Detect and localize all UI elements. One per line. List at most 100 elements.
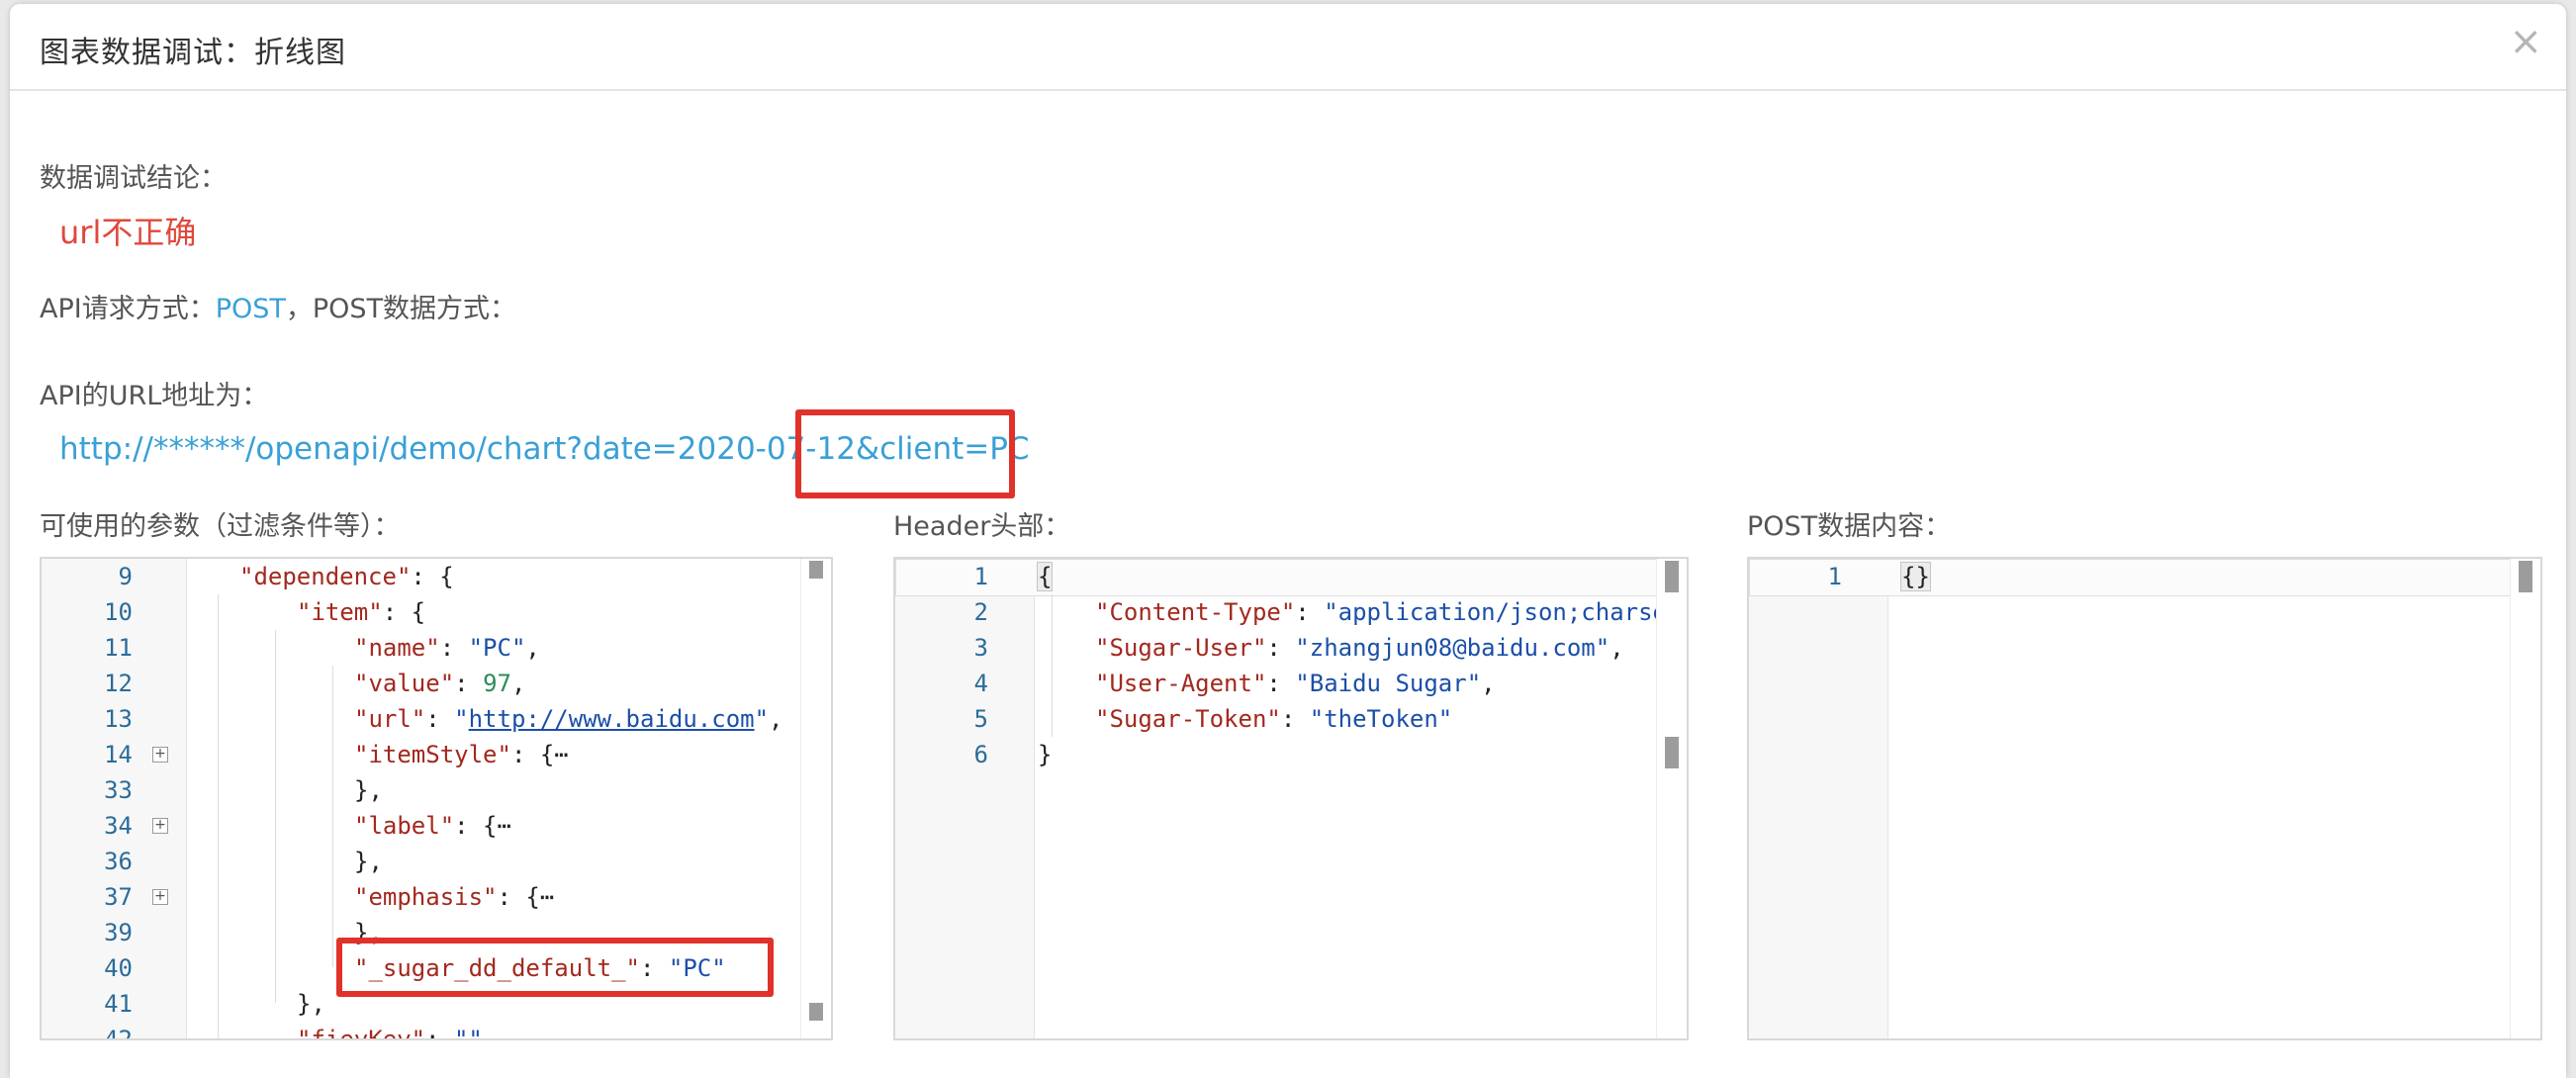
code-line[interactable]: 37 + "emphasis": {⋯ <box>42 879 831 915</box>
code-token: "application/json;charset=UTF-8" <box>1324 598 1687 626</box>
code-token: {} <box>1900 562 1931 591</box>
post-gutter <box>1749 559 1888 1038</box>
close-icon[interactable]: × <box>2509 22 2542 61</box>
code-token: : <box>1266 670 1296 697</box>
code-token: }, <box>297 990 325 1018</box>
code-text: "Sugar-User": "zhangjun08@baidu.com", <box>1095 630 1624 666</box>
code-text: }, <box>297 986 325 1022</box>
code-line[interactable]: 1{ <box>895 559 1687 594</box>
code-line[interactable]: 33}, <box>42 772 831 808</box>
code-text: "fieyKey": "" <box>297 1022 483 1040</box>
code-line[interactable]: 5 "Sugar-Token": "theToken" <box>895 701 1687 737</box>
code-token: "Content-Type" <box>1095 598 1296 626</box>
line-number: 6 <box>973 741 988 768</box>
code-token: : <box>1280 705 1310 733</box>
post-panel-label: POST数据内容： <box>1747 511 1952 542</box>
fold-expand-icon[interactable]: + <box>152 889 168 905</box>
code-token: : {⋯ <box>454 812 511 840</box>
code-line[interactable]: 11 "name": "PC", <box>42 630 831 666</box>
code-text: "Content-Type": "application/json;charse… <box>1095 594 1687 630</box>
code-line[interactable]: 2 "Content-Type": "application/json;chars… <box>895 594 1687 630</box>
code-token: "Sugar-User" <box>1095 634 1267 662</box>
code-token: "" <box>453 1026 483 1040</box>
line-number: 9 <box>118 563 133 590</box>
code-text: "Sugar-Token": "theToken" <box>1095 701 1452 737</box>
code-token: "item" <box>297 598 383 626</box>
conclusion-label: 数据调试结论： <box>40 163 227 194</box>
code-text: "emphasis": {⋯ <box>354 879 554 915</box>
code-token: , <box>525 634 540 662</box>
code-text: } <box>1038 737 1052 772</box>
code-token: , <box>1481 670 1496 697</box>
code-token: : {⋯ <box>497 883 555 911</box>
code-token: "itemStyle" <box>354 741 511 768</box>
code-line[interactable]: 12 "value": 97, <box>42 666 831 701</box>
line-number: 3 <box>973 634 988 662</box>
code-token: , <box>510 670 526 697</box>
code-token: : <box>454 670 484 697</box>
code-line[interactable]: 6} <box>895 737 1687 772</box>
code-token: "dependence" <box>239 563 412 590</box>
line-number: 11 <box>104 634 133 662</box>
code-text: "itemStyle": {⋯ <box>354 737 569 772</box>
code-text: "value": 97, <box>354 666 525 701</box>
fold-expand-icon[interactable]: + <box>152 818 168 834</box>
code-text: }, <box>354 772 383 808</box>
code-text: "dependence": { <box>239 559 454 594</box>
code-token: "url" <box>354 705 426 733</box>
code-token: " <box>754 705 770 733</box>
line-number: 1 <box>1827 563 1842 590</box>
code-line[interactable]: 4 "User-Agent": "Baidu Sugar", <box>895 666 1687 701</box>
code-token: }, <box>354 848 383 875</box>
code-token: , <box>1610 634 1624 662</box>
code-line[interactable]: 1 {} <box>1749 559 2540 594</box>
code-token: 97 <box>483 670 511 697</box>
code-line[interactable]: 3 "Sugar-User": "zhangjun08@baidu.com", <box>895 630 1687 666</box>
code-line[interactable]: 14 + "itemStyle": {⋯ <box>42 737 831 772</box>
line-number: 42 <box>104 1026 133 1040</box>
line-number: 40 <box>104 954 133 982</box>
code-token: : { <box>382 598 426 626</box>
line-number: 5 <box>973 705 988 733</box>
header-panel-label: Header头部： <box>893 511 1071 542</box>
code-text: {} <box>1900 559 1931 594</box>
post-editor[interactable]: 1 {} <box>1747 557 2542 1040</box>
code-line[interactable]: 9 "dependence": { <box>42 559 831 594</box>
header-scrollbar[interactable] <box>1656 559 1687 1038</box>
code-text: "item": { <box>297 594 425 630</box>
url-highlight-box <box>795 409 1015 498</box>
code-token: "name" <box>354 634 440 662</box>
post-scrollbar[interactable] <box>2510 559 2540 1038</box>
debug-modal: 图表数据调试：折线图 × 数据调试结论： url不正确 API请求方式： POST… <box>10 4 2566 1078</box>
code-line[interactable]: 13 "url": "http://www.baidu.com", <box>42 701 831 737</box>
code-text: "name": "PC", <box>354 630 540 666</box>
code-token: : <box>1266 634 1296 662</box>
api-method-suffix: ，POST数据方式： <box>285 294 517 324</box>
code-text: "label": {⋯ <box>354 808 511 844</box>
code-line[interactable]: 10 "item": { <box>42 594 831 630</box>
code-line[interactable]: 36}, <box>42 844 831 879</box>
line-number: 10 <box>104 598 133 626</box>
code-token: "label" <box>354 812 455 840</box>
default-param-highlight-box <box>336 938 774 997</box>
code-token: , <box>769 705 783 733</box>
code-line[interactable]: 42 "fieyKey": "" <box>42 1022 831 1040</box>
fold-expand-icon[interactable]: + <box>152 747 168 763</box>
conclusion-error: url不正确 <box>59 214 197 251</box>
code-token: : { <box>411 563 454 590</box>
code-line[interactable]: 34 + "label": {⋯ <box>42 808 831 844</box>
code-token: { <box>1036 562 1054 591</box>
line-number: 39 <box>104 919 133 946</box>
code-token: : <box>1295 598 1325 626</box>
modal-header: 图表数据调试：折线图 × <box>10 4 2566 91</box>
code-token: " <box>454 705 469 733</box>
line-number: 34 <box>104 812 133 840</box>
params-scrollbar[interactable] <box>800 559 831 1038</box>
api-method-prefix: API请求方式： <box>40 294 216 324</box>
line-number: 41 <box>104 990 133 1018</box>
line-number: 14 <box>104 741 133 768</box>
api-url-label: API的URL地址为： <box>40 381 269 411</box>
code-token: "PC" <box>468 634 526 662</box>
header-editor[interactable]: 1{2 "Content-Type": "application/json;cha… <box>893 557 1689 1040</box>
code-token: "zhangjun08@baidu.com" <box>1295 634 1610 662</box>
